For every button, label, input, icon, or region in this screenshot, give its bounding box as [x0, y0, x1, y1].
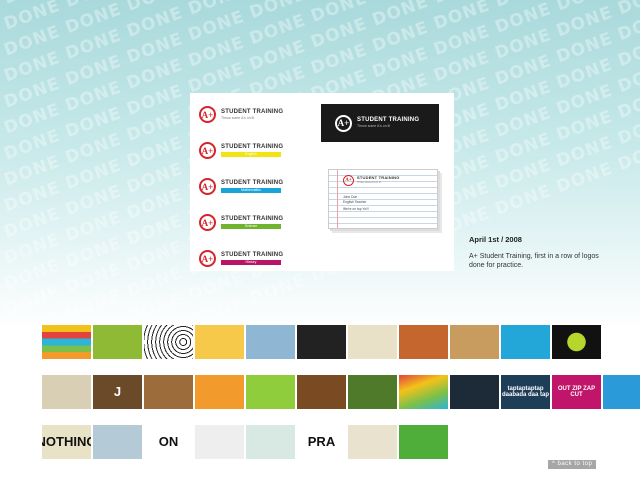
- thumbnail-swirl[interactable]: [144, 325, 193, 359]
- card-name: John Doe: [343, 195, 358, 199]
- subject-bar: Science: [221, 224, 281, 229]
- logo-variant: A+ STUDENT TRAINING Science: [199, 214, 283, 231]
- logo-title: STUDENT TRAINING: [221, 252, 284, 258]
- logo-variant: A+ STUDENT TRAINING English: [199, 142, 283, 159]
- card-role: English Teacher: [343, 200, 367, 204]
- thumbnail-arrow[interactable]: [348, 325, 397, 359]
- logo-title: STUDENT TRAINING: [221, 144, 284, 150]
- thumbnail-nothing[interactable]: NOTHING: [42, 425, 91, 459]
- thumbnail-vinyl[interactable]: [195, 425, 244, 459]
- thumbnail-stripes[interactable]: [42, 325, 91, 359]
- thumbnail-disc[interactable]: [297, 325, 346, 359]
- thumbnail-moon[interactable]: [450, 375, 499, 409]
- thumbnail-dots[interactable]: [552, 325, 601, 359]
- logo-tagline: Throw some A's on it!: [357, 124, 391, 129]
- a-plus-logo-icon: A+: [199, 142, 216, 159]
- thumbnail-grass[interactable]: [348, 375, 397, 409]
- thumbnail-letter-j[interactable]: J: [93, 375, 142, 409]
- a-plus-logo-icon: A+: [199, 178, 216, 195]
- logo-tagline: Throw some A's on it!: [357, 181, 381, 185]
- logo-tagline: Throw some A's on it!: [221, 115, 255, 120]
- thumbnail-orange-shape[interactable]: [195, 375, 244, 409]
- thumbnail-rainbow[interactable]: [399, 375, 448, 409]
- thumbnail-tree[interactable]: [93, 325, 142, 359]
- thumbnail-3d-type[interactable]: [144, 375, 193, 409]
- logo-title: STUDENT TRAINING: [357, 175, 400, 181]
- lined-business-card: A+ STUDENT TRAINING Throw some A's on it…: [328, 169, 438, 229]
- thumbnail-chair[interactable]: [399, 325, 448, 359]
- thumbnail-check[interactable]: [246, 425, 295, 459]
- logo-title: STUDENT TRAINING: [221, 180, 284, 186]
- thumbnail-cubes[interactable]: [399, 425, 448, 459]
- thumbnail-on[interactable]: ON: [144, 425, 193, 459]
- thumbnail-cursor[interactable]: [246, 325, 295, 359]
- back-to-top-button[interactable]: ^ back to top: [548, 460, 597, 469]
- logo-title: STUDENT TRAINING: [221, 216, 284, 222]
- thumbnail-pie[interactable]: [450, 425, 499, 459]
- logo-variant: A+ STUDENT TRAINING Mathematics: [199, 178, 283, 195]
- thumbnail-green-squares[interactable]: [246, 375, 295, 409]
- thumbnail-out-zip[interactable]: OUT ZIP ZAP CUT: [552, 375, 601, 409]
- thumbnail-pray[interactable]: PRA: [297, 425, 346, 459]
- project-description: A+ Student Training, first in a row of l…: [469, 253, 599, 269]
- black-business-card: A+ STUDENT TRAINING Throw some A's on it…: [321, 104, 439, 142]
- thumbnail-brown-photo[interactable]: [297, 375, 346, 409]
- thumbnail-beer[interactable]: [195, 325, 244, 359]
- subject-bar: Mathematics: [221, 188, 281, 193]
- logo-title: STUDENT TRAINING: [357, 117, 420, 124]
- project-date: April 1st / 2008: [469, 235, 522, 244]
- project-showcase: A+ STUDENT TRAINING Throw some A's on it! A…: [190, 93, 454, 271]
- card-motto: We're on top Yo!!!: [343, 207, 369, 211]
- thumbnail-blocks[interactable]: [450, 325, 499, 359]
- a-plus-logo-icon: A+: [343, 175, 354, 186]
- thumbnail-clouds[interactable]: [93, 425, 142, 459]
- thumbnail-sketch[interactable]: [42, 375, 91, 409]
- thumbnail-figure[interactable]: [501, 325, 550, 359]
- logo-title: STUDENT TRAINING: [221, 108, 284, 115]
- a-plus-logo-icon: A+: [199, 214, 216, 231]
- subject-bar: English: [221, 152, 281, 157]
- logo-variant: A+ STUDENT TRAINING History: [199, 250, 283, 267]
- a-plus-logo-icon: A+: [199, 250, 216, 267]
- logo-variant: A+ STUDENT TRAINING Throw some A's on it!: [199, 106, 283, 123]
- subject-bar: History: [221, 260, 281, 265]
- thumbnail-green-box[interactable]: [348, 425, 397, 459]
- thumbnail-blue-type[interactable]: [603, 375, 640, 409]
- a-plus-logo-icon: A+: [335, 114, 352, 132]
- a-plus-logo-icon: A+: [199, 106, 216, 123]
- thumbnail-taptap[interactable]: taptaptaptap daabada daa tap: [501, 375, 550, 409]
